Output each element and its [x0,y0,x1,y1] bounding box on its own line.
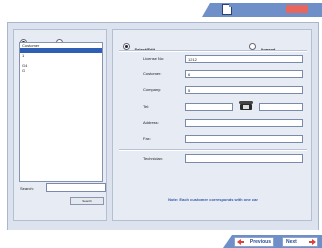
customer-listbox[interactable]: Customer 1 G4 G [19,42,103,182]
note-text: Note: Each customer corresponds with one… [168,197,258,202]
technician-label: Technician: [143,156,164,161]
previous-label: Previous [249,239,271,245]
address-label: Address: [143,120,159,125]
next-label: Next [286,239,297,245]
list-item[interactable]: G [20,68,102,73]
fax-input[interactable] [185,135,303,143]
status-tag [286,5,308,13]
customer-input[interactable]: 6 [185,70,303,78]
phone-icon[interactable] [239,101,253,111]
technician-input[interactable] [185,154,303,163]
list-type-radios: Customer Licensee [20,34,104,48]
license-no-label: License No: [143,56,165,61]
main-panel: Customer Licensee Customer 1 G4 G Search… [7,22,319,232]
next-button[interactable]: Next [282,237,318,247]
radio-select-edit[interactable]: Select/Edit [123,38,155,56]
mode-radios: Select/Edit Append [113,38,313,52]
radio-append[interactable]: Append [249,38,275,56]
divider [119,149,307,151]
tel-extension-input[interactable] [259,103,303,111]
search-input[interactable] [46,183,106,192]
search-button[interactable]: Search [70,197,104,205]
bottom-bar: Previous Next [0,230,322,248]
company-input[interactable]: 5 [185,86,303,94]
fax-label: Fax: [143,136,151,141]
customer-detail-panel: Select/Edit Append License No: 1212 Cust… [112,29,312,221]
address-input[interactable] [185,119,303,127]
top-bar [0,0,322,22]
tel-input[interactable] [185,103,233,111]
previous-button[interactable]: Previous [234,237,274,247]
search-label: Search: [20,186,34,191]
arrow-left-icon [237,239,244,245]
customer-label: Customer: [143,71,162,76]
company-label: Company: [143,87,162,92]
arrow-right-icon [309,239,316,245]
divider [119,50,307,52]
customer-list-panel: Customer Licensee Customer 1 G4 G Search… [13,29,107,221]
document-icon[interactable] [222,4,232,15]
license-no-input[interactable]: 1212 [185,55,303,63]
tel-label: Tel: [143,104,150,109]
